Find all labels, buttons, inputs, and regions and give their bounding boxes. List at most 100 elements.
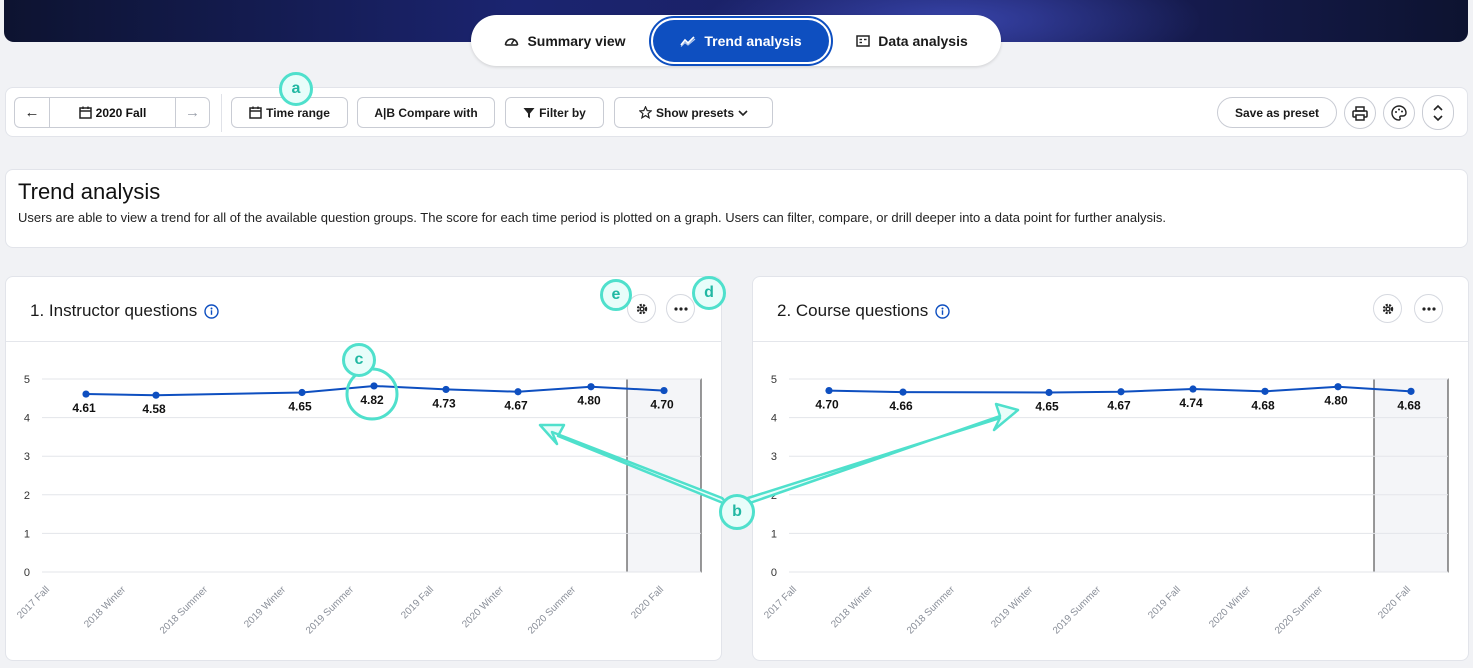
- card-title: 1. Instructor questions: [30, 301, 219, 321]
- y-tick-label: 3: [771, 451, 777, 463]
- x-tick-label: 2020 Fall: [1376, 584, 1413, 621]
- data-label: 4.58: [142, 402, 166, 416]
- chart-card-instructor: 1. Instructor questions 0 1 2 3 4 5 2017 Fall 2…: [5, 276, 722, 661]
- filter-label: Filter by: [539, 105, 586, 120]
- line-chart: 0 1 2 3 4 5 2017 Fall 2018 Winter 2018 Summer 201…: [15, 374, 702, 637]
- chart-more-button[interactable]: [1414, 294, 1443, 323]
- tab-trend-label: Trend analysis: [704, 32, 802, 49]
- data-label: 4.68: [1251, 398, 1275, 412]
- data-point: [1117, 388, 1125, 396]
- period-label: 2020 Fall: [95, 105, 147, 120]
- card-title-text: 1. Instructor questions: [30, 301, 198, 320]
- data-label: 4.66: [889, 399, 913, 413]
- page-title: Trend analysis: [18, 179, 161, 204]
- x-tick-label: 2017 Fall: [15, 584, 52, 621]
- annotation-a: a: [279, 72, 313, 106]
- y-tick-label: 4: [24, 413, 30, 425]
- y-tick-label: 2: [24, 490, 30, 502]
- data-point: [1189, 385, 1197, 393]
- tab-summary-view[interactable]: Summary view: [477, 20, 653, 62]
- data-label: 4.70: [815, 398, 839, 412]
- card-title-text: 2. Course questions: [777, 301, 929, 320]
- compare-with-button[interactable]: A|B Compare with: [357, 97, 495, 128]
- data-point: [514, 388, 522, 396]
- annotation-e: e: [600, 279, 632, 311]
- y-tick-label: 1: [771, 528, 777, 540]
- time-range-label: Time range: [266, 105, 330, 120]
- x-tick-label: 2019 Summer: [304, 584, 357, 637]
- table-icon: [856, 34, 870, 47]
- page-description: Users are able to view a trend for all o…: [18, 210, 1166, 225]
- next-period-button[interactable]: →: [175, 98, 209, 127]
- info-icon[interactable]: [935, 303, 950, 319]
- annotation-d: d: [692, 276, 726, 310]
- data-label: 4.73: [432, 396, 456, 410]
- x-tick-label: 2020 Winter: [460, 584, 506, 630]
- toolbar-divider: [221, 94, 222, 132]
- x-tick-label: 2018 Summer: [158, 584, 211, 637]
- tab-data-analysis[interactable]: Data analysis: [829, 20, 995, 62]
- chevron-down-icon: [738, 109, 748, 116]
- x-tick-label: 2018 Summer: [905, 584, 958, 637]
- y-tick-label: 3: [24, 451, 30, 463]
- data-point: [152, 391, 160, 399]
- x-tick-label: 2018 Winter: [82, 584, 128, 630]
- trend-icon: [680, 35, 696, 47]
- data-point: [825, 386, 833, 395]
- data-point: [1261, 387, 1269, 395]
- filter-toolbar: ← 2020 Fall → Time range A|B Compare wit…: [5, 87, 1468, 137]
- chart-more-button[interactable]: [666, 294, 695, 323]
- data-label: 4.65: [1035, 400, 1059, 414]
- x-tick-label: 2019 Fall: [1146, 584, 1183, 621]
- data-label: 4.82: [360, 393, 384, 407]
- data-point: [587, 383, 595, 391]
- chart-settings-button[interactable]: [1373, 294, 1402, 323]
- y-tick-label: 0: [771, 567, 777, 579]
- data-label: 4.61: [72, 401, 96, 415]
- annotation-c: c: [342, 343, 376, 377]
- data-point: [442, 385, 450, 394]
- data-label: 4.67: [1107, 399, 1131, 413]
- data-point: [660, 386, 668, 395]
- show-presets-button[interactable]: Show presets: [614, 97, 773, 128]
- data-label: 4.68: [1397, 398, 1421, 412]
- save-preset-button[interactable]: Save as preset: [1217, 97, 1337, 128]
- data-point: [1334, 383, 1342, 391]
- x-tick-label: 2019 Winter: [989, 584, 1035, 630]
- gauge-icon: [505, 38, 519, 46]
- info-icon[interactable]: [204, 303, 219, 319]
- tab-trend-analysis[interactable]: Trend analysis: [649, 15, 833, 66]
- expand-vertical-icon: [1433, 104, 1443, 121]
- more-horizontal-icon: [673, 306, 688, 311]
- data-label: 4.67: [504, 399, 528, 413]
- y-tick-label: 1: [24, 528, 30, 540]
- data-point: [1045, 388, 1053, 397]
- data-point: [899, 388, 907, 396]
- data-point: [1407, 387, 1415, 395]
- print-button[interactable]: [1344, 97, 1376, 129]
- x-tick-label: 2020 Summer: [1273, 584, 1326, 637]
- y-tick-label: 4: [771, 413, 777, 425]
- gear-icon: [1382, 303, 1393, 314]
- filter-icon: [523, 107, 535, 118]
- expand-collapse-button[interactable]: [1422, 95, 1454, 130]
- calendar-icon: [78, 106, 92, 119]
- period-navigator: ← 2020 Fall →: [14, 97, 210, 128]
- x-tick-label: 2020 Summer: [526, 584, 579, 637]
- theme-button[interactable]: [1383, 97, 1415, 129]
- y-tick-label: 0: [24, 567, 30, 579]
- data-point: [370, 382, 378, 390]
- period-selector[interactable]: 2020 Fall: [49, 98, 175, 127]
- x-tick-label: 2019 Summer: [1051, 584, 1104, 637]
- calendar-icon: [249, 106, 262, 119]
- previous-period-button[interactable]: ←: [15, 98, 49, 127]
- view-switcher: Summary view Trend analysis Data analysi…: [471, 15, 1001, 66]
- compare-label: A|B Compare with: [374, 105, 478, 120]
- y-tick-label: 5: [771, 374, 777, 386]
- printer-icon: [1352, 105, 1368, 121]
- gear-icon: [636, 303, 647, 314]
- filter-by-button[interactable]: Filter by: [505, 97, 604, 128]
- data-label: 4.74: [1179, 396, 1203, 410]
- presets-label: Show presets: [655, 105, 735, 120]
- data-label: 4.70: [650, 398, 674, 412]
